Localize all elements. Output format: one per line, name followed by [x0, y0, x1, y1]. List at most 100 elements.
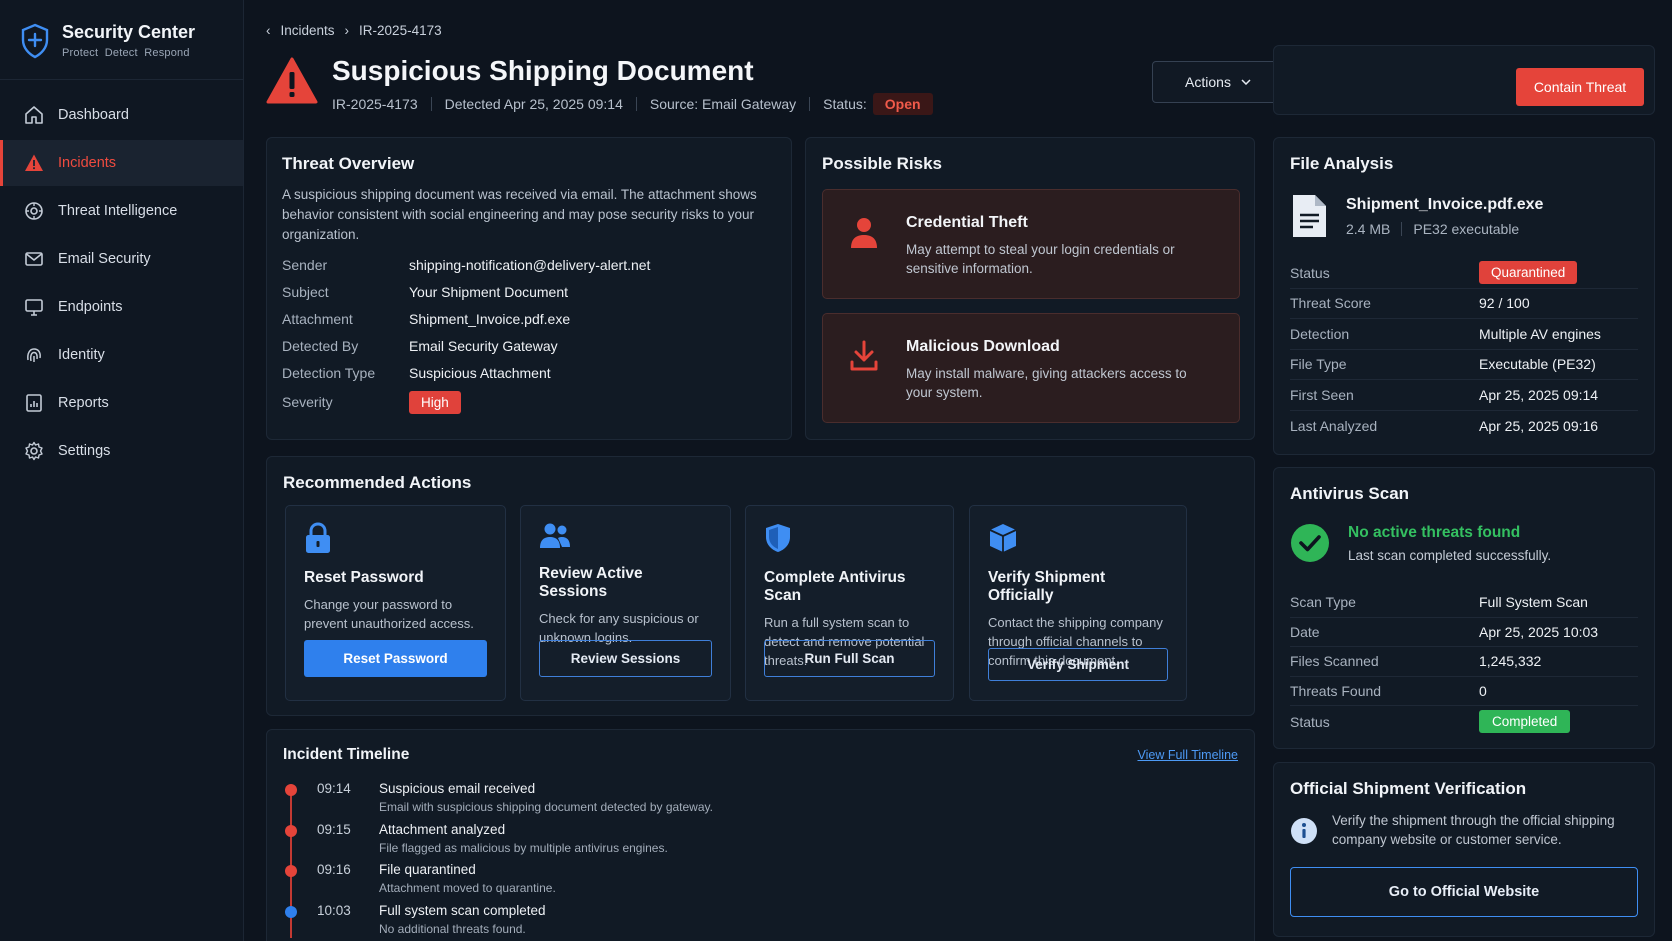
detail-key: Detection [1290, 325, 1350, 342]
run-full-scan-button[interactable]: Run Full Scan [764, 640, 935, 677]
monitor-icon [25, 299, 43, 316]
detail-value: Multiple AV engines [1479, 325, 1601, 342]
chevron-right-icon: › [344, 23, 350, 38]
sidebar-item-label: Incidents [58, 155, 117, 171]
sidebar-item-email-security[interactable]: Email Security [0, 236, 243, 282]
file-name: Shipment_Invoice.pdf.exe [1346, 196, 1544, 213]
event-description: File flagged as malicious by multiple an… [379, 841, 668, 855]
official-website-button[interactable]: Go to Official Website [1290, 867, 1638, 917]
detail-key: Files Scanned [1290, 653, 1379, 670]
alert-triangle-icon [25, 154, 43, 171]
chevron-left-icon[interactable]: ‹ [266, 23, 271, 38]
detected-time: Detected Apr 25, 2025 09:14 [444, 96, 623, 112]
detail-key: File Type [1290, 356, 1347, 373]
info-icon [1291, 818, 1317, 844]
timeline-dot [285, 825, 297, 837]
action-title: Reset Password [304, 569, 424, 586]
breadcrumb-parent[interactable]: Incidents [281, 23, 335, 38]
risk-credential-theft: Credential Theft May attempt to steal yo… [822, 189, 1240, 299]
event-title: Attachment analyzed [379, 822, 506, 837]
possible-risks-card: Possible Risks Credential Theft May atte… [805, 137, 1255, 440]
sidebar-item-identity[interactable]: Identity [0, 332, 243, 378]
mail-icon [25, 252, 43, 266]
detail-value: Executable (PE32) [1479, 356, 1596, 373]
actions-label: Actions [1185, 74, 1231, 90]
report-icon [26, 394, 42, 412]
file-size: 2.4 MB [1346, 221, 1391, 237]
sidebar-item-threat-intelligence[interactable]: Threat Intelligence [0, 188, 243, 234]
file-row-threat-score: Threat Score 92 / 100 [1290, 289, 1638, 319]
event-time: 09:14 [317, 781, 351, 796]
detail-value: 92 / 100 [1479, 295, 1530, 312]
warning-triangle-icon [266, 57, 318, 104]
verification-info: Verify the shipment through the official… [1290, 811, 1632, 849]
detail-value: shipping-notification@delivery-alert.net [409, 257, 651, 273]
detail-key: Status [1290, 713, 1330, 730]
shield-logo-icon [21, 23, 49, 58]
detail-row-sender: Sender shipping-notification@delivery-ale… [282, 255, 776, 275]
action-card-antivirus-scan: Complete Antivirus Scan Run a full syste… [745, 505, 954, 701]
sidebar-item-label: Dashboard [58, 107, 129, 123]
breadcrumb-current: IR-2025-4173 [359, 23, 442, 38]
threat-details: Sender shipping-notification@delivery-ale… [282, 255, 776, 414]
detail-row-detected-by: Detected By Email Security Gateway [282, 336, 776, 356]
action-title: Review Active Sessions [539, 565, 643, 600]
timeline-dot [285, 906, 297, 918]
contain-threat-button[interactable]: Contain Threat [1516, 68, 1644, 106]
sidebar-item-endpoints[interactable]: Endpoints [0, 284, 243, 330]
threat-overview-card: Threat Overview A suspicious shipping do… [266, 137, 792, 440]
users-icon [540, 523, 570, 548]
actions-dropdown-button[interactable]: Actions [1152, 61, 1284, 103]
detail-key: Subject [282, 284, 329, 300]
recommended-actions-title: Recommended Actions [283, 473, 472, 492]
threat-overview-title: Threat Overview [282, 154, 415, 173]
incident-source: Source: Email Gateway [649, 96, 797, 112]
user-icon [851, 218, 877, 248]
quick-actions-card: Contain Threat [1273, 45, 1655, 115]
event-description: No additional threats found. [379, 922, 526, 936]
timeline-dot [285, 865, 297, 877]
sidebar-item-label: Settings [58, 443, 111, 459]
incident-timeline-title: Incident Timeline [283, 746, 410, 763]
detail-key: Last Analyzed [1290, 417, 1378, 434]
scan-row-status: Status Completed [1290, 706, 1638, 737]
event-time: 09:16 [317, 862, 351, 877]
detail-value: Suspicious Attachment [409, 365, 551, 381]
view-full-timeline-link[interactable]: View Full Timeline [1137, 748, 1238, 762]
verify-shipment-button[interactable]: Verify Shipment [988, 648, 1168, 681]
sidebar: Security Center Protect Detect Respond D… [0, 0, 244, 941]
shipment-verification-title: Official Shipment Verification [1290, 779, 1527, 798]
detail-value: Apr 25, 2025 10:03 [1479, 623, 1599, 640]
home-icon [25, 106, 43, 124]
sidebar-item-incidents[interactable]: Incidents [0, 140, 243, 186]
detail-value: Your Shipment Document [409, 284, 569, 300]
risk-malicious-download: Malicious Download May install malware, … [822, 313, 1240, 423]
file-row-last-analyzed: Last Analyzed Apr 25, 2025 09:16 [1290, 411, 1638, 442]
file-row-status: Status Quarantined [1290, 258, 1638, 289]
file-row-detection: Detection Multiple AV engines [1290, 319, 1638, 350]
detail-row-attachment: Attachment Shipment_Invoice.pdf.exe [282, 309, 776, 329]
possible-risks-title: Possible Risks [822, 154, 943, 173]
action-title: Complete Antivirus Scan [764, 569, 906, 604]
detail-row-severity: Severity High [282, 390, 776, 414]
main-content: ‹ Incidents › IR-2025-4173 Suspicious Sh… [244, 0, 1672, 941]
antivirus-scan-title: Antivirus Scan [1290, 484, 1410, 503]
fingerprint-icon [27, 348, 41, 362]
review-sessions-button[interactable]: Review Sessions [539, 640, 712, 677]
file-row-file-type: File Type Executable (PE32) [1290, 350, 1638, 380]
file-analysis-card: File Analysis Shipment_Invoice.pdf.exe 2… [1273, 137, 1655, 455]
reset-password-button[interactable]: Reset Password [304, 640, 487, 677]
file-analysis-details: Status Quarantined Threat Score 92 / 100 D… [1290, 258, 1638, 441]
sidebar-item-reports[interactable]: Reports [0, 380, 243, 426]
brand: Security Center Protect Detect Respond [0, 0, 243, 80]
detail-key: Status [1290, 264, 1330, 281]
detail-key: Detected By [282, 338, 359, 354]
detail-value: Apr 25, 2025 09:16 [1479, 417, 1599, 434]
scan-row-files-scanned: Files Scanned 1,245,332 [1290, 647, 1638, 677]
event-description: Attachment moved to quarantine. [379, 881, 556, 895]
sidebar-item-dashboard[interactable]: Dashboard [0, 92, 243, 138]
sidebar-item-settings[interactable]: Settings [0, 428, 243, 474]
status-badge: Open [872, 93, 933, 115]
detail-key: Attachment [282, 311, 353, 327]
threat-description: A suspicious shipping document was recei… [282, 187, 757, 242]
